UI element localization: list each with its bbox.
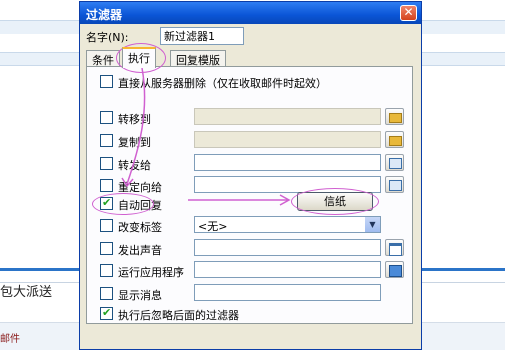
list-icon[interactable] — [385, 239, 404, 256]
ignore-subsequent-filters-checkbox[interactable] — [100, 306, 113, 320]
dialog-titlebar[interactable]: 过滤器 ✕ — [80, 2, 421, 24]
name-label: 名字(N): — [86, 31, 129, 44]
highlight-circle — [291, 188, 379, 215]
show-message-checkbox[interactable] — [100, 287, 113, 300]
sound-file-field[interactable] — [194, 239, 381, 256]
dialog-title: 过滤器 — [86, 8, 123, 22]
tab-reply-template[interactable]: 回复模版 — [170, 50, 226, 67]
show-message-label: 显示消息 — [118, 289, 162, 302]
chevron-down-icon[interactable]: ▼ — [365, 217, 380, 232]
change-label-label: 改变标签 — [118, 221, 162, 234]
background-footer-text: 邮件 — [0, 334, 20, 345]
address-book-icon[interactable] — [385, 176, 404, 193]
copy-to-checkbox[interactable] — [100, 134, 113, 147]
label-select-value: <无> — [198, 220, 228, 233]
ignore-subsequent-filters-label: 执行后忽略后面的过滤器 — [118, 309, 239, 322]
copy-to-label: 复制到 — [118, 136, 151, 149]
tab-action[interactable]: 执行 — [122, 47, 156, 68]
forward-to-checkbox[interactable] — [100, 157, 113, 170]
name-input[interactable] — [160, 27, 244, 45]
close-button[interactable]: ✕ — [400, 5, 417, 21]
play-sound-checkbox[interactable] — [100, 242, 113, 255]
background-text: 包大派送 — [0, 285, 53, 300]
move-to-label: 转移到 — [118, 113, 151, 126]
folder-icon[interactable] — [385, 108, 404, 125]
run-application-label: 运行应用程序 — [118, 266, 184, 279]
play-sound-label: 发出声音 — [118, 244, 162, 257]
change-label-checkbox[interactable] — [100, 219, 113, 232]
delete-from-server-checkbox[interactable] — [100, 75, 113, 88]
run-application-checkbox[interactable] — [100, 264, 113, 277]
filter-dialog: 过滤器 ✕ 名字(N): 条件 执行 回复模版 直接从服务器删除（仅在收取邮件时… — [79, 1, 422, 350]
forward-to-field[interactable] — [194, 154, 381, 171]
action-panel: 直接从服务器删除（仅在收取邮件时起效） 转移到 复制到 转发给 重定向给 ✔ 自… — [86, 66, 413, 324]
message-field[interactable] — [194, 284, 381, 301]
copy-to-folder-field[interactable] — [194, 131, 381, 148]
move-to-checkbox[interactable] — [100, 111, 113, 124]
move-to-folder-field[interactable] — [194, 108, 381, 125]
tab-condition[interactable]: 条件 — [86, 50, 120, 67]
folder-icon[interactable] — [385, 131, 404, 148]
address-book-icon[interactable] — [385, 154, 404, 171]
delete-from-server-label: 直接从服务器删除（仅在收取邮件时起效） — [118, 77, 327, 90]
forward-to-label: 转发给 — [118, 159, 151, 172]
browse-icon[interactable] — [385, 261, 404, 278]
redirect-to-checkbox[interactable] — [100, 179, 113, 192]
label-select[interactable]: <无> ▼ — [194, 216, 381, 233]
highlight-circle — [92, 193, 154, 215]
application-field[interactable] — [194, 261, 381, 278]
